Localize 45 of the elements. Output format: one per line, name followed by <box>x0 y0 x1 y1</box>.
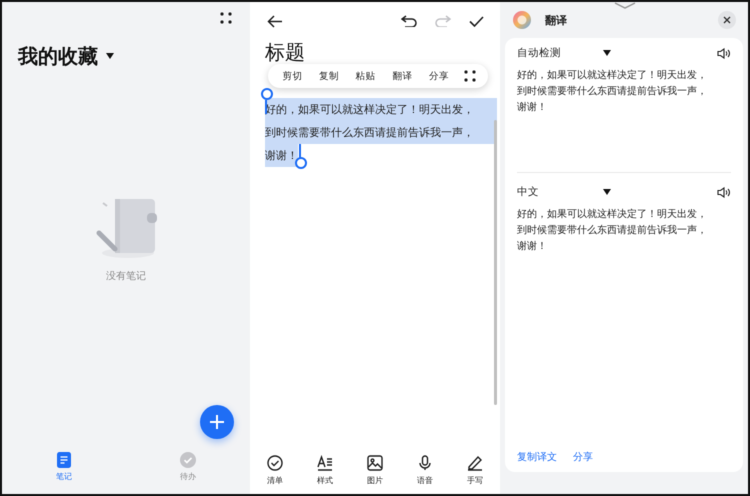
toolbar-button[interactable]: 样式 <box>300 454 350 486</box>
image-icon <box>367 454 383 470</box>
menu-item[interactable]: 分享 <box>426 68 451 84</box>
dropdown-caret-icon[interactable] <box>603 189 611 195</box>
menu-item[interactable]: 复制 <box>316 68 341 84</box>
language-selector[interactable]: 自动检测 <box>517 46 603 60</box>
source-text: 好的，如果可以就这样决定了！明天出发， 到时候需要带什么东西请提前告诉我一声， 谢谢！ <box>517 68 708 115</box>
toolbar-button[interactable]: 手写 <box>450 454 500 486</box>
microphone-icon <box>417 454 433 470</box>
plus-icon <box>209 414 225 430</box>
pen-icon <box>467 454 483 470</box>
menu-item[interactable]: 粘贴 <box>354 68 378 84</box>
selection-start-handle[interactable] <box>261 88 273 100</box>
language-selector[interactable]: 中文 <box>517 185 603 199</box>
assistant-logo-icon <box>513 11 531 29</box>
selection-end-handle[interactable] <box>295 157 307 169</box>
scrollbar[interactable] <box>494 120 497 405</box>
dropdown-caret-icon[interactable] <box>603 50 611 56</box>
empty-state-text: 没有笔记 <box>106 270 146 283</box>
speaker-icon[interactable] <box>717 186 731 198</box>
action-link[interactable]: 分享 <box>573 450 593 464</box>
checklist-icon <box>267 454 283 470</box>
toolbar-button[interactable]: 清单 <box>250 454 300 486</box>
toolbar-button[interactable]: 图片 <box>350 454 400 486</box>
dropdown-caret-icon[interactable] <box>106 53 114 59</box>
menu-item[interactable]: 剪切 <box>280 68 304 84</box>
note-title[interactable]: 标题 <box>265 40 500 64</box>
text-style-icon <box>317 454 333 470</box>
page-title: 我的收藏 <box>18 42 98 70</box>
back-arrow-icon[interactable] <box>267 14 282 28</box>
collapse-chevron-icon[interactable] <box>614 2 636 10</box>
toolbar-button[interactable]: 语音 <box>400 454 450 486</box>
action-link[interactable]: 复制译文 <box>517 450 557 464</box>
close-icon <box>723 16 731 24</box>
menu-item[interactable]: 翻译 <box>390 68 414 84</box>
translated-text: 好的，如果可以就这样决定了！明天出发， 到时候需要带什么东西请提前告诉我一声， 谢谢！ <box>517 208 708 254</box>
more-icon[interactable] <box>464 70 476 82</box>
close-button[interactable] <box>718 11 736 29</box>
more-icon[interactable] <box>220 12 232 24</box>
undo-icon[interactable] <box>401 15 417 27</box>
panel-title: 翻译 <box>545 12 568 28</box>
checkmark-icon[interactable] <box>469 16 484 26</box>
speaker-icon[interactable] <box>717 48 731 58</box>
add-note-button[interactable] <box>200 405 234 439</box>
bottom-tab[interactable]: 笔记 <box>2 444 126 494</box>
